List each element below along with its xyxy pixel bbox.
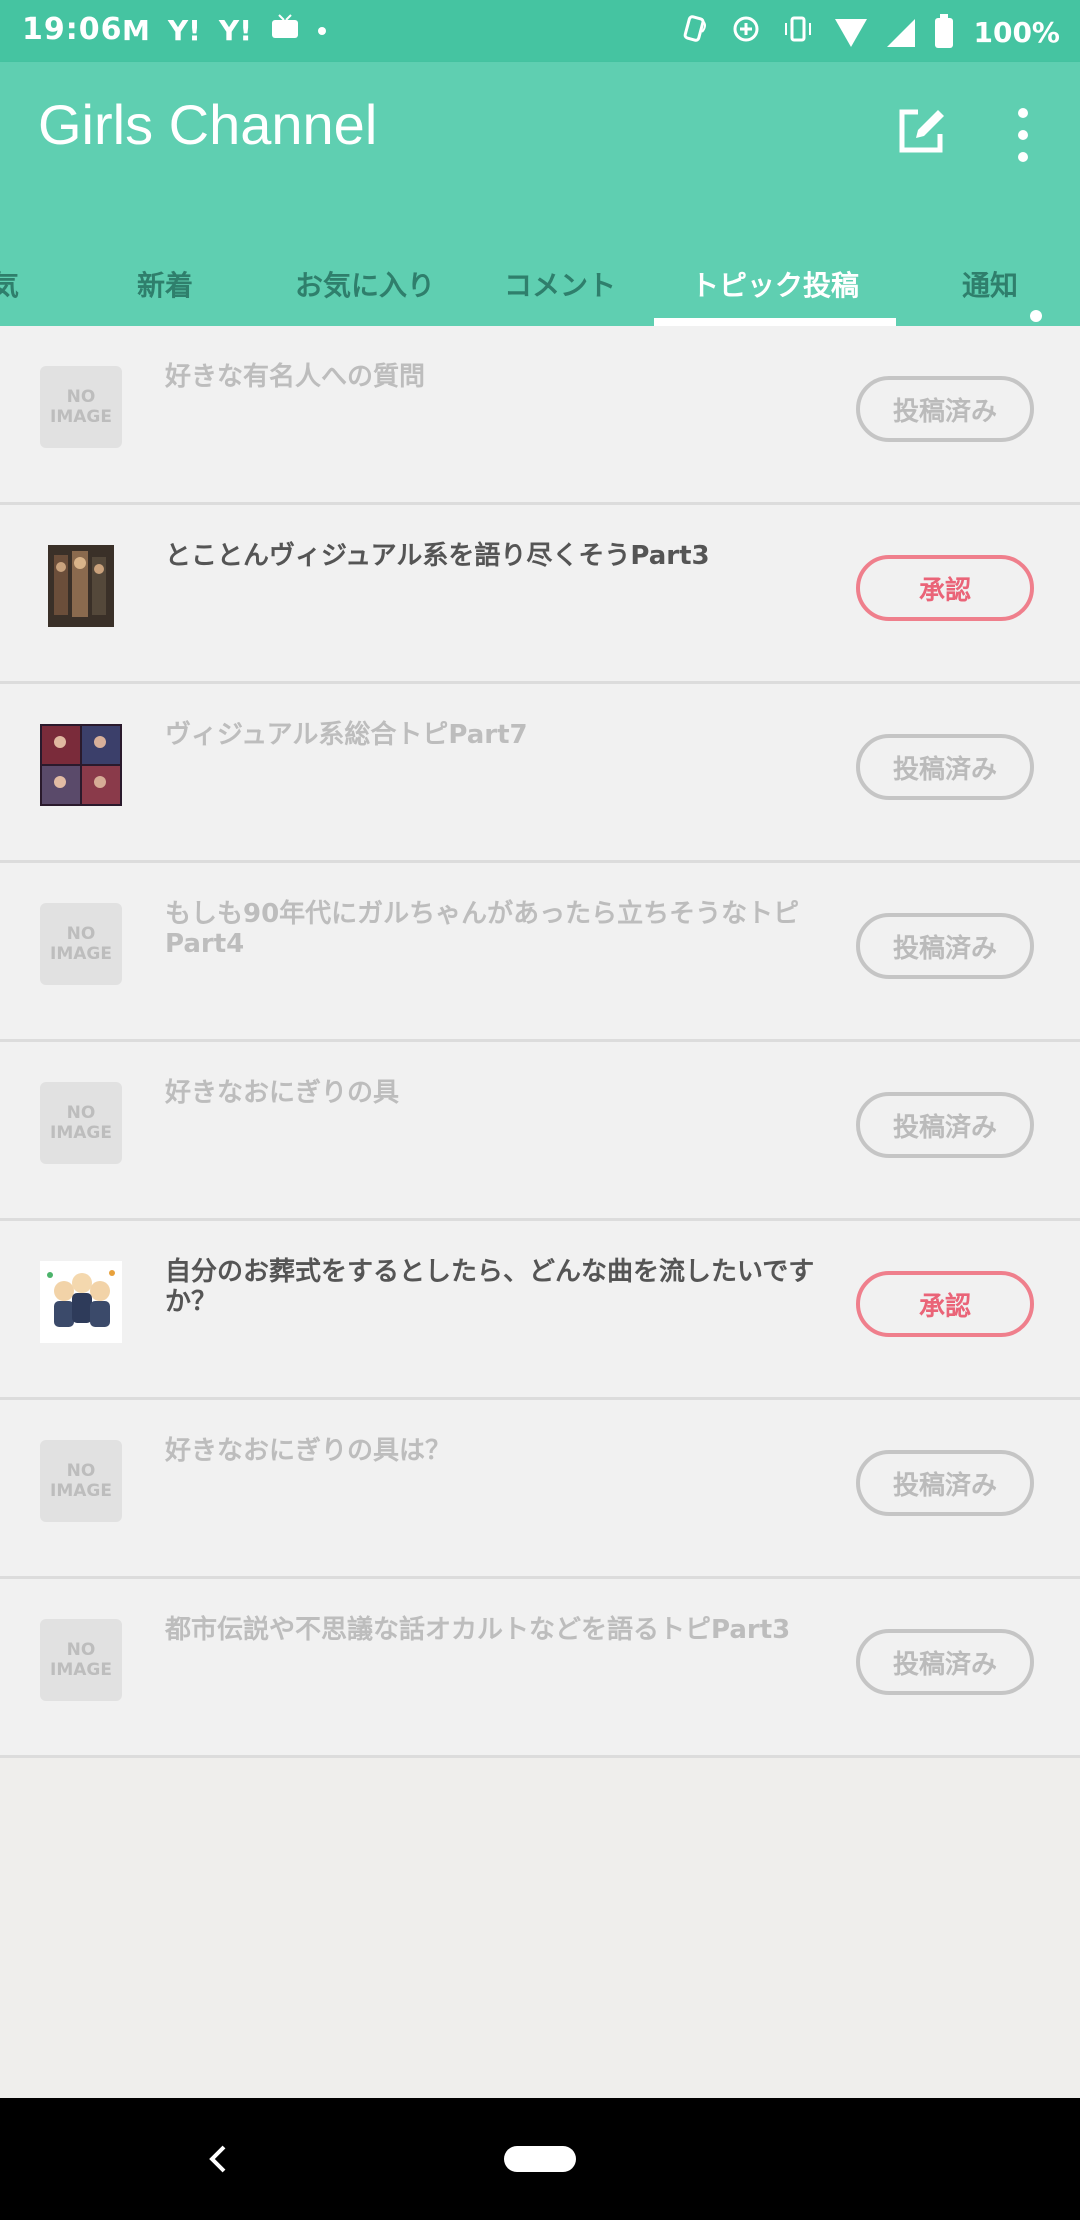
topic-post-list: NO IMAGE 好きな有名人への質問 投稿済み とことんヴィジュアル系を語り尽く…	[0, 326, 1080, 1758]
topic-title: とことんヴィジュアル系を語り尽くそうPart3	[165, 541, 710, 571]
app-bar: Girls Channel 気 新着 お気に入り コメント トピック投稿 通知	[0, 62, 1080, 326]
list-item[interactable]: とことんヴィジュアル系を語り尽くそうPart3 承認	[0, 505, 1080, 684]
list-item[interactable]: NO IMAGE 好きなおにぎりの具 投稿済み	[0, 1042, 1080, 1221]
topic-title: 好きなおにぎりの具	[165, 1078, 400, 1108]
list-item[interactable]: 自分のお葬式をするとしたら、どんな曲を流したいですか？ 承認	[0, 1221, 1080, 1400]
status-bar: 19:06 M Y! Y! 100%	[0, 0, 1080, 62]
yahoo-icon: Y!	[218, 14, 252, 47]
list-item[interactable]: NO IMAGE 好きな有名人への質問 投稿済み	[0, 326, 1080, 505]
nfc-icon	[681, 14, 711, 51]
no-image-thumbnail: NO IMAGE	[40, 903, 122, 985]
topic-thumbnail	[40, 1261, 122, 1343]
data-saver-icon	[731, 14, 761, 51]
topic-title: 自分のお葬式をするとしたら、どんな曲を流したいですか？	[165, 1257, 815, 1317]
status-posted-button[interactable]: 投稿済み	[856, 1629, 1034, 1695]
topic-title: 好きな有名人への質問	[165, 362, 426, 392]
approve-button[interactable]: 承認	[856, 555, 1034, 621]
topic-title: ヴィジュアル系総合トピPart7	[165, 720, 528, 750]
battery-icon	[935, 13, 954, 48]
list-item[interactable]: NO IMAGE もしも90年代にガルちゃんがあったら立ちそうなトピPart4 投…	[0, 863, 1080, 1042]
status-posted-button[interactable]: 投稿済み	[856, 1092, 1034, 1158]
back-icon[interactable]	[208, 2144, 228, 2174]
no-image-thumbnail: NO IMAGE	[40, 1619, 122, 1701]
no-image-thumbnail: NO IMAGE	[40, 366, 122, 448]
app-title: Girls Channel	[38, 93, 378, 156]
topic-title: もしも90年代にガルちゃんがあったら立ちそうなトピPart4	[165, 899, 800, 959]
more-options-icon[interactable]	[1004, 108, 1042, 162]
battery-percent: 100%	[973, 16, 1060, 49]
tab-favorites[interactable]: お気に入り	[270, 242, 460, 326]
topic-title: 都市伝説や不思議な話オカルトなどを語るトピPart3	[165, 1615, 791, 1645]
signal-icon	[887, 18, 916, 47]
tab-bar: 気 新着 お気に入り コメント トピック投稿 通知	[0, 242, 1080, 326]
no-image-thumbnail: NO IMAGE	[40, 1440, 122, 1522]
wifi-icon	[835, 18, 868, 47]
list-item[interactable]: NO IMAGE 好きなおにぎりの具は？ 投稿済み	[0, 1400, 1080, 1579]
vibrate-icon	[781, 14, 815, 51]
tab-comments[interactable]: コメント	[480, 242, 640, 326]
tab-indicator	[654, 318, 896, 326]
list-item[interactable]: ヴィジュアル系総合トピPart7 投稿済み	[0, 684, 1080, 863]
status-posted-button[interactable]: 投稿済み	[856, 734, 1034, 800]
tab-new[interactable]: 新着	[95, 242, 235, 326]
topic-thumbnail	[40, 545, 122, 627]
status-posted-button[interactable]: 投稿済み	[856, 1450, 1034, 1516]
list-item[interactable]: NO IMAGE 都市伝説や不思議な話オカルトなどを語るトピPart3 投稿済み	[0, 1579, 1080, 1758]
more-notifications-icon	[317, 26, 326, 35]
status-posted-button[interactable]: 投稿済み	[856, 376, 1034, 442]
system-nav-bar	[0, 2098, 1080, 2220]
no-image-thumbnail: NO IMAGE	[40, 1082, 122, 1164]
topic-thumbnail	[40, 724, 122, 806]
notification-dot	[1030, 310, 1042, 322]
tv-icon	[270, 14, 300, 47]
edit-icon[interactable]	[894, 104, 948, 158]
yahoo-icon: Y!	[167, 14, 201, 47]
tab-partial[interactable]: 気	[0, 242, 20, 326]
status-posted-button[interactable]: 投稿済み	[856, 913, 1034, 979]
tab-topic-post[interactable]: トピック投稿	[654, 242, 896, 326]
status-time: 19:06	[22, 12, 123, 47]
gmail-icon: M	[122, 14, 150, 47]
home-button[interactable]	[504, 2146, 576, 2172]
approve-button[interactable]: 承認	[856, 1271, 1034, 1337]
topic-title: 好きなおにぎりの具は？	[165, 1436, 452, 1466]
